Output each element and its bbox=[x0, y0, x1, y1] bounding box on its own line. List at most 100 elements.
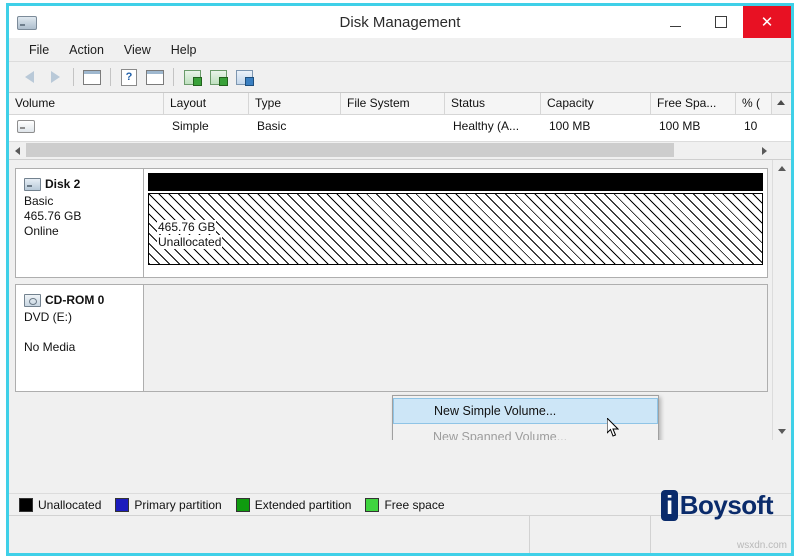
window-controls: ✕ bbox=[653, 6, 791, 38]
column-header-file-system[interactable]: File System bbox=[341, 93, 445, 114]
arrow-right-icon bbox=[50, 71, 60, 83]
title-bar: Disk Management ✕ bbox=[9, 6, 791, 38]
cell-free-space: 100 MB bbox=[659, 119, 701, 133]
watermark: wsxdn.com bbox=[736, 540, 787, 551]
toolbar-separator-2 bbox=[110, 68, 111, 86]
cell-capacity: 100 MB bbox=[549, 119, 591, 133]
graphical-view-vertical-scrollbar[interactable] bbox=[772, 160, 791, 440]
menu-item-file[interactable]: File bbox=[19, 40, 59, 60]
help-button[interactable]: ? bbox=[117, 66, 141, 88]
attach-vhd-icon bbox=[235, 69, 254, 86]
brand-logo: i Boysoft bbox=[660, 490, 774, 521]
back-button[interactable] bbox=[17, 66, 41, 88]
column-header-layout[interactable]: Layout bbox=[164, 93, 249, 114]
disk-info-cdrom-0[interactable]: CD-ROM 0 DVD (E:) No Media bbox=[16, 285, 144, 391]
cdrom-0-name: CD-ROM 0 bbox=[45, 293, 105, 307]
column-header-volume[interactable]: Volume bbox=[9, 93, 164, 114]
chevron-up-icon bbox=[777, 100, 785, 105]
disk-management-window: Disk Management ✕ File Action View Help … bbox=[6, 3, 794, 556]
menu-item-help[interactable]: Help bbox=[161, 40, 207, 60]
scroll-left-button[interactable] bbox=[9, 142, 26, 159]
create-vhd-button[interactable] bbox=[206, 66, 230, 88]
show-hide-console-tree-button[interactable] bbox=[80, 66, 104, 88]
column-header-status[interactable]: Status bbox=[445, 93, 541, 114]
triangle-left-icon bbox=[15, 146, 20, 155]
legend-swatch-primary-partition bbox=[115, 498, 130, 512]
legend-label-unallocated: Unallocated bbox=[38, 498, 102, 512]
minimize-button[interactable] bbox=[653, 6, 698, 38]
disk-2-size: 465.76 GB bbox=[24, 209, 82, 223]
legend-label-primary-partition: Primary partition bbox=[134, 498, 222, 512]
brand-name: Boysoft bbox=[679, 490, 774, 520]
disk-row-disk-2[interactable]: Disk 2 Basic 465.76 GB Online 465.76 GB … bbox=[15, 168, 768, 278]
status-cell-2 bbox=[530, 516, 651, 553]
triangle-right-icon bbox=[762, 146, 767, 155]
cdrom-0-type: DVD (E:) bbox=[24, 310, 72, 324]
disk-2-type: Basic bbox=[24, 194, 54, 208]
column-header-capacity[interactable]: Capacity bbox=[541, 93, 651, 114]
scroll-right-button[interactable] bbox=[756, 142, 773, 159]
unallocated-partition[interactable]: 465.76 GB Unallocated bbox=[148, 193, 763, 265]
triangle-up-icon bbox=[778, 166, 786, 171]
minimize-icon bbox=[670, 25, 681, 27]
disk-2-name: Disk 2 bbox=[45, 177, 81, 191]
disk-row-cdrom-0[interactable]: CD-ROM 0 DVD (E:) No Media bbox=[15, 284, 768, 392]
column-header-type[interactable]: Type bbox=[249, 93, 341, 114]
rescan-icon bbox=[183, 69, 202, 86]
toolbar-separator-1 bbox=[73, 68, 74, 86]
menu-item-action[interactable]: Action bbox=[59, 40, 114, 60]
action-pane-icon bbox=[146, 69, 164, 85]
column-header-free-space[interactable]: Free Spa... bbox=[651, 93, 736, 114]
cdrom-0-partition-area bbox=[144, 285, 767, 391]
unallocated-size: 465.76 GB bbox=[157, 220, 217, 234]
scroll-down-button[interactable] bbox=[773, 423, 791, 440]
cell-status: Healthy (A... bbox=[453, 119, 520, 133]
arrow-left-icon bbox=[24, 71, 34, 83]
disk-2-status: Online bbox=[24, 224, 59, 238]
volume-list-scroll-up-button[interactable] bbox=[771, 93, 790, 114]
cd-icon bbox=[24, 293, 41, 307]
column-header-percent-free[interactable]: % ( bbox=[736, 93, 771, 114]
close-icon: ✕ bbox=[760, 13, 774, 31]
legend-swatch-extended-partition bbox=[235, 498, 250, 512]
disk-2-partition-area: 465.76 GB Unallocated bbox=[144, 169, 767, 277]
volume-icon bbox=[17, 119, 35, 133]
volume-list-header: Volume Layout Type File System Status Ca… bbox=[9, 93, 791, 115]
volume-list-horizontal-scrollbar[interactable] bbox=[9, 141, 791, 159]
legend-label-free-space: Free space bbox=[384, 498, 445, 512]
disk-icon bbox=[24, 177, 41, 191]
menu-bar: File Action View Help bbox=[9, 38, 791, 62]
legend-item-unallocated: Unallocated bbox=[19, 498, 101, 512]
attach-vhd-button[interactable] bbox=[232, 66, 256, 88]
status-cell-1 bbox=[9, 516, 530, 553]
disk-2-title: Disk 2 bbox=[24, 177, 137, 191]
cell-percent-free: 10 bbox=[744, 119, 758, 133]
unallocated-text: Unallocated bbox=[157, 235, 223, 249]
volume-list: Volume Layout Type File System Status Ca… bbox=[9, 93, 791, 160]
scrollbar-thumb[interactable] bbox=[26, 143, 674, 157]
legend-label-extended-partition: Extended partition bbox=[254, 498, 352, 512]
legend-item-free-space: Free space bbox=[365, 498, 445, 512]
mouse-cursor bbox=[607, 418, 619, 437]
legend-item-extended-partition: Extended partition bbox=[235, 498, 352, 512]
scroll-up-button[interactable] bbox=[773, 160, 791, 177]
maximize-button[interactable] bbox=[698, 6, 743, 38]
rescan-disks-button[interactable] bbox=[180, 66, 204, 88]
forward-button[interactable] bbox=[43, 66, 67, 88]
console-tree-icon bbox=[83, 69, 101, 85]
table-row[interactable]: Simple Basic Healthy (A... 100 MB 100 MB… bbox=[9, 115, 791, 137]
unallocated-partition-label: 465.76 GB Unallocated bbox=[157, 220, 223, 250]
brand-prefix: i bbox=[660, 490, 678, 521]
cell-type: Basic bbox=[257, 119, 287, 133]
disk-info-disk-2[interactable]: Disk 2 Basic 465.76 GB Online bbox=[16, 169, 144, 277]
show-hide-action-pane-button[interactable] bbox=[143, 66, 167, 88]
close-button[interactable]: ✕ bbox=[743, 6, 791, 38]
maximize-icon bbox=[714, 16, 727, 28]
create-vhd-icon bbox=[209, 69, 228, 86]
menu-item-view[interactable]: View bbox=[114, 40, 161, 60]
toolbar-separator-3 bbox=[173, 68, 174, 86]
legend-swatch-unallocated bbox=[19, 498, 33, 512]
toolbar: ? bbox=[9, 62, 791, 93]
cell-layout: Simple bbox=[172, 119, 209, 133]
scrollbar-track[interactable] bbox=[26, 142, 756, 159]
